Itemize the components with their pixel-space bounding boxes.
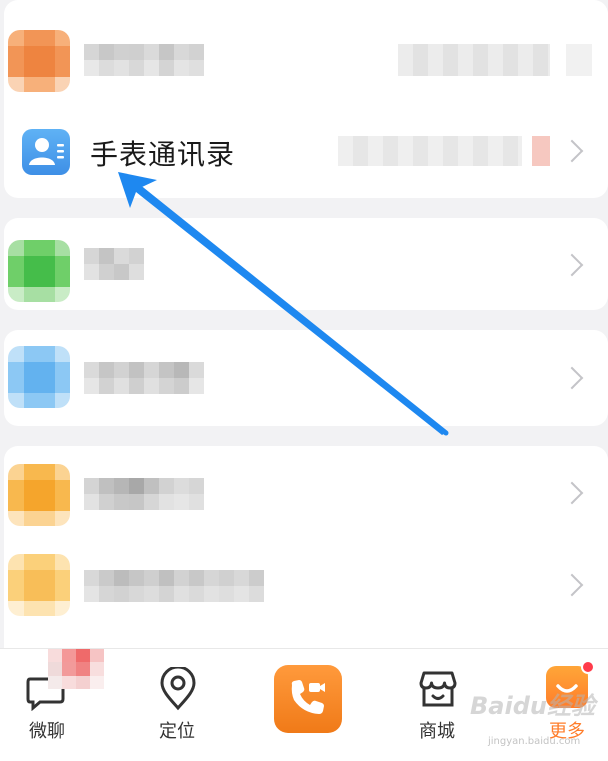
store-icon — [418, 669, 458, 709]
tab-chat-label: 微聊 — [29, 721, 65, 742]
app-icon-blue — [8, 346, 70, 408]
list-item-blurred-2[interactable] — [0, 218, 608, 310]
video-call-button[interactable] — [274, 665, 342, 733]
app-icon-amber — [8, 464, 70, 526]
location-pin-icon — [158, 665, 198, 711]
contacts-icon — [22, 129, 70, 175]
blurred-value-2 — [566, 44, 592, 76]
chevron-right-icon — [560, 573, 584, 597]
blurred-label — [84, 44, 204, 76]
tab-location[interactable]: 定位 — [132, 649, 222, 761]
blurred-label — [84, 362, 204, 394]
list-item-blurred-1[interactable] — [0, 8, 608, 100]
app-icon-orange — [8, 30, 70, 92]
watch-contacts-label: 手表通讯录 — [90, 138, 236, 171]
blurred-value — [398, 44, 550, 76]
blurred-label — [84, 478, 204, 510]
tab-store[interactable]: 商城 — [392, 649, 482, 761]
tab-chat[interactable]: 微聊 — [2, 649, 104, 761]
app-icon-green — [8, 240, 70, 302]
app-icon-yellow — [8, 554, 70, 616]
notification-dot — [581, 660, 595, 674]
list-item-blurred-5[interactable] — [0, 538, 608, 630]
blurred-label — [84, 248, 144, 280]
list-item-blurred-4[interactable] — [0, 446, 608, 538]
list-item-blurred-3[interactable] — [0, 330, 608, 426]
blurred-value — [338, 136, 522, 166]
chevron-right-icon — [560, 481, 584, 505]
tab-store-label: 商城 — [419, 721, 455, 742]
tab-location-label: 定位 — [159, 721, 195, 742]
blurred-badge — [532, 136, 550, 166]
chevron-right-icon — [560, 366, 584, 390]
video-call-icon — [291, 680, 325, 714]
watermark: Baidu经验 — [470, 692, 595, 720]
watermark-url: jingyan.baidu.com — [488, 736, 581, 747]
blurred-label — [84, 570, 264, 602]
blurred-avatar — [48, 649, 104, 689]
chevron-right-icon — [560, 253, 584, 277]
